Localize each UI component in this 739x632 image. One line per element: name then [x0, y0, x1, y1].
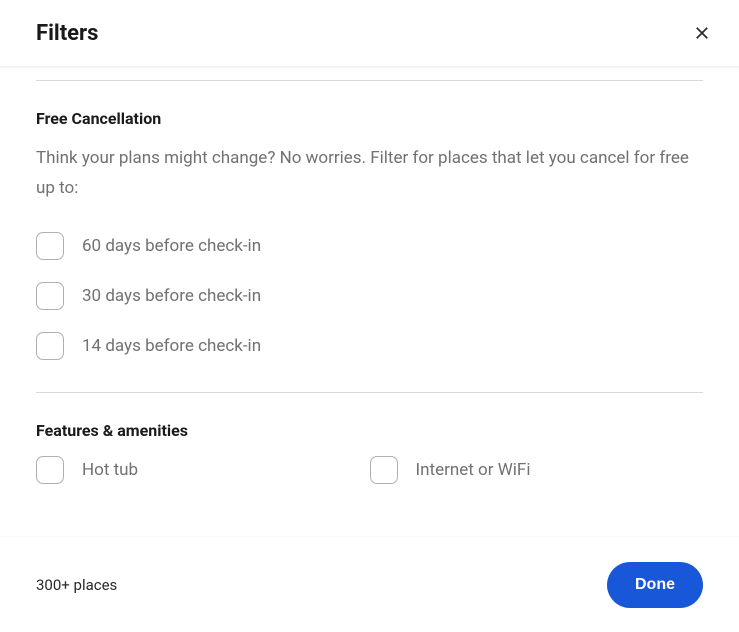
- cancellation-options: 60 days before check-in 30 days before c…: [36, 232, 703, 360]
- result-count: 300+ places: [36, 576, 117, 594]
- option-label: 14 days before check-in: [82, 336, 261, 356]
- amenities-section: Features & amenities Hot tub Internet or…: [36, 393, 703, 506]
- cancellation-option-14: 14 days before check-in: [36, 332, 703, 360]
- filters-scroll-area[interactable]: Free Cancellation Think your plans might…: [0, 66, 739, 534]
- filters-content: Free Cancellation Think your plans might…: [0, 80, 739, 526]
- checkbox-30-days[interactable]: [36, 282, 64, 310]
- free-cancellation-section: Free Cancellation Think your plans might…: [36, 81, 703, 393]
- cancellation-option-30: 30 days before check-in: [36, 282, 703, 310]
- checkbox-hot-tub[interactable]: [36, 456, 64, 484]
- modal-header: Filters: [0, 0, 739, 66]
- checkbox-internet[interactable]: [370, 456, 398, 484]
- amenities-grid: Hot tub Internet or WiFi: [36, 456, 703, 506]
- section-title: Free Cancellation: [36, 109, 703, 128]
- checkbox-60-days[interactable]: [36, 232, 64, 260]
- amenity-hot-tub: Hot tub: [36, 456, 370, 484]
- close-icon: [693, 24, 711, 42]
- modal-footer: 300+ places Done: [0, 536, 739, 632]
- modal-title: Filters: [36, 21, 98, 46]
- done-button[interactable]: Done: [607, 562, 703, 608]
- section-title: Features & amenities: [36, 421, 703, 440]
- amenity-label: Hot tub: [82, 460, 138, 480]
- close-button[interactable]: [689, 20, 715, 46]
- cancellation-option-60: 60 days before check-in: [36, 232, 703, 260]
- amenity-label: Internet or WiFi: [416, 460, 531, 480]
- checkbox-14-days[interactable]: [36, 332, 64, 360]
- option-label: 30 days before check-in: [82, 286, 261, 306]
- section-description: Think your plans might change? No worrie…: [36, 144, 703, 204]
- amenity-internet: Internet or WiFi: [370, 456, 704, 484]
- option-label: 60 days before check-in: [82, 236, 261, 256]
